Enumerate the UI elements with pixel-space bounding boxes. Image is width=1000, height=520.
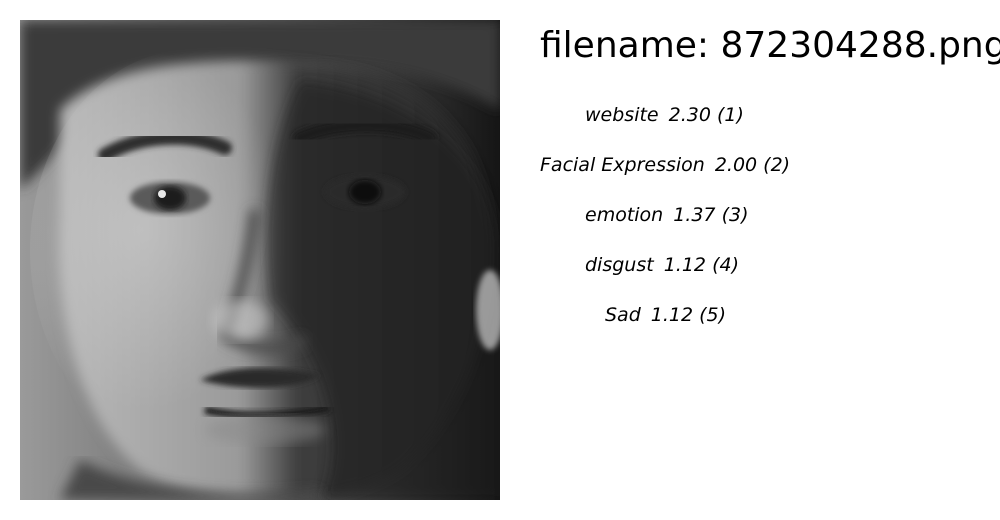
label-item: website 2.30 (1) [540, 100, 800, 150]
label-rank: (3) [721, 204, 749, 226]
label-score: 2.00 [714, 154, 758, 176]
label-rank: (2) [763, 154, 791, 176]
label-name: disgust [585, 254, 654, 276]
label-score: 1.12 [650, 304, 694, 326]
face-photo [20, 20, 500, 500]
label-item: disgust 1.12 (4) [540, 250, 800, 300]
label-rank: (1) [716, 104, 744, 126]
label-rank: (4) [712, 254, 739, 276]
label-list: website 2.30 (1) Facial Expression 2.00 (2… [540, 100, 800, 350]
label-rank: (5) [699, 304, 727, 326]
label-score: 1.37 [673, 204, 716, 226]
label-item: Facial Expression 2.00 (2) [540, 150, 800, 200]
label-item: emotion 1.37 (3) [540, 200, 800, 250]
label-name: Facial Expression [540, 154, 705, 176]
face-photo-drawing [20, 20, 500, 500]
label-score: 2.30 [668, 104, 711, 126]
label-name: emotion [585, 204, 664, 226]
label-score: 1.12 [663, 254, 707, 276]
label-name: website [585, 104, 659, 126]
filename-title: filename: 872304288.png [540, 25, 1000, 66]
label-name: Sad [605, 304, 641, 326]
label-item: Sad 1.12 (5) [540, 300, 800, 350]
